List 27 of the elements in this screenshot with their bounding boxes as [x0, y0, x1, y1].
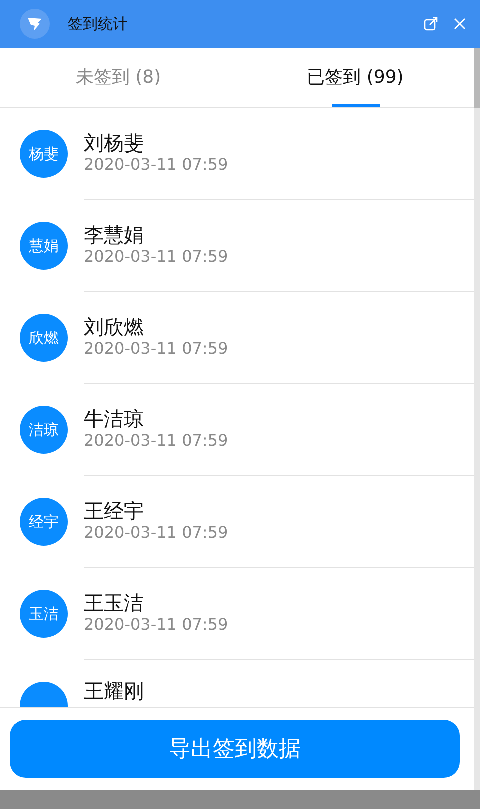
check-in-time: 2020-03-11 07:59 [84, 247, 228, 268]
avatar: 玉洁 [20, 590, 68, 638]
person-name: 李慧娟 [84, 223, 144, 248]
avatar: 经宇 [20, 498, 68, 546]
person-name: 牛洁琼 [84, 407, 144, 432]
app-logo-icon [20, 9, 50, 39]
person-name: 王耀刚 [84, 680, 144, 702]
person-name: 王经宇 [84, 499, 144, 524]
export-button[interactable]: 导出签到数据 [10, 720, 460, 778]
person-name: 王玉洁 [84, 591, 144, 616]
check-in-time: 2020-03-11 07:59 [84, 155, 228, 176]
pop-out-icon[interactable] [424, 17, 438, 31]
tab[interactable]: 已签到 (99) [237, 48, 474, 107]
check-in-time: 2020-03-11 07:59 [84, 615, 228, 636]
tab[interactable]: 未签到 (8) [0, 48, 237, 107]
window-title: 签到统计 [68, 14, 128, 35]
avatar: 慧娟 [20, 222, 68, 270]
check-in-time: 2020-03-11 07:59 [84, 339, 228, 360]
check-in-time: 2020-03-11 07:59 [84, 431, 228, 452]
avatar: 欣燃 [20, 314, 68, 362]
check-in-time: 2020-03-11 07:59 [84, 523, 228, 544]
avatar: 杨斐 [20, 130, 68, 178]
person-name: 刘欣燃 [84, 315, 144, 340]
close-icon[interactable] [454, 18, 466, 30]
scrollbar[interactable] [474, 48, 480, 790]
avatar: 洁琼 [20, 406, 68, 454]
person-name: 刘杨斐 [84, 131, 144, 156]
